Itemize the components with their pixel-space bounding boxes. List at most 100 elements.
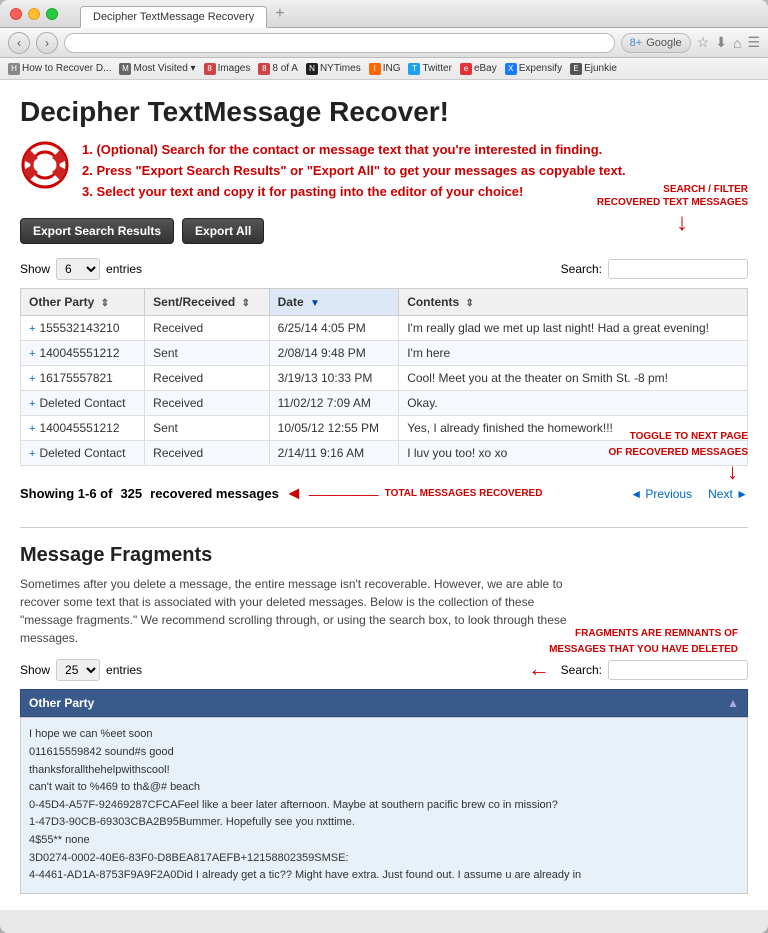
bookmark-favicon: N (306, 63, 318, 75)
cell-content: Okay. (399, 391, 748, 416)
col-other-party-fragments-label: Other Party (29, 696, 94, 710)
bookmark-ejunkie[interactable]: E Ejunkie (570, 63, 617, 75)
cell-content: I'm here (399, 341, 748, 366)
col-other-party[interactable]: Other Party ⇕ (21, 289, 145, 316)
fragments-show-entries: Show 25 10 50 entries (20, 659, 142, 681)
cell-party: +Deleted Contact (21, 441, 145, 466)
search-filter-label: SEARCH / FILTERRECOVERED TEXT MESSAGES (597, 183, 748, 209)
nav-bar: ‹ › 8+ Google ☆ ⬇ ⌂ ☰ (0, 28, 768, 58)
sort-arrow-party: ⇕ (101, 298, 109, 309)
bookmark-favicon: 8 (204, 63, 216, 75)
search-box: Search: (561, 259, 748, 279)
bookmark-label: Most Visited ▾ (133, 63, 195, 74)
bookmark-most-visited[interactable]: M Most Visited ▾ (119, 63, 195, 75)
expand-icon[interactable]: + (29, 448, 35, 460)
address-bar[interactable] (64, 33, 615, 53)
fragments-table-header: Other Party ▲ (20, 689, 748, 717)
search-filter-annotation: SEARCH / FILTERRECOVERED TEXT MESSAGES ↓ (597, 183, 748, 237)
bookmark-twitter[interactable]: T Twitter (408, 63, 451, 75)
bookmark-label: Twitter (422, 63, 451, 74)
export-all-button[interactable]: Export All (182, 218, 264, 244)
buttons-and-annotation: SEARCH / FILTERRECOVERED TEXT MESSAGES ↓… (20, 218, 748, 244)
bookmark-label: Expensify (519, 63, 562, 74)
cell-date: 2/08/14 9:48 PM (269, 341, 399, 366)
bookmark-nytimes[interactable]: N NYTimes (306, 63, 361, 75)
fragments-table: Other Party ▲ (20, 689, 748, 717)
save-icon[interactable]: ⬇ (715, 34, 727, 51)
toggle-label: TOGGLE TO NEXT PAGEOF RECOVERED MESSAGES (609, 431, 748, 458)
showing-count: 325 (120, 486, 142, 501)
table-row: +Deleted Contact Received 11/02/12 7:09 … (21, 391, 748, 416)
new-tab-button[interactable]: + (275, 6, 284, 22)
expand-icon[interactable]: + (29, 373, 35, 385)
cell-date: 10/05/12 12:55 PM (269, 416, 399, 441)
cell-direction: Received (145, 391, 269, 416)
instruction-1: 1. (Optional) Search for the contact or … (82, 140, 626, 161)
bookmark-label: ING (383, 63, 401, 74)
fragments-label: FRAGMENTS ARE REMNANTS OFMESSAGES THAT Y… (549, 628, 738, 655)
bookmark-images[interactable]: 8 Images (204, 63, 251, 75)
bookmark-label: How to Recover D... (22, 63, 111, 74)
expand-icon[interactable]: + (29, 423, 35, 435)
pagination: ◄ Previous Next ► (630, 487, 748, 501)
total-messages-label: TOTAL MESSAGES RECOVERED (385, 488, 543, 499)
title-bar: Decipher TextMessage Recovery + (0, 0, 768, 28)
bookmark-icon[interactable]: ☆ (697, 34, 710, 51)
export-search-button[interactable]: Export Search Results (20, 218, 174, 244)
instructions-list: 1. (Optional) Search for the contact or … (82, 140, 626, 202)
bookmark-label: Ejunkie (584, 63, 617, 74)
col-contents[interactable]: Contents ⇕ (399, 289, 748, 316)
col-date[interactable]: Date ▼ (269, 289, 399, 316)
tab-title: Decipher TextMessage Recovery (93, 11, 254, 23)
sort-arrow-date: ▼ (310, 298, 320, 309)
search-bar[interactable]: 8+ Google (621, 33, 691, 53)
traffic-lights (10, 8, 58, 20)
col-other-party-label: Other Party (29, 295, 94, 309)
entries-label: entries (106, 262, 142, 276)
bookmark-expensify[interactable]: X Expensify (505, 63, 562, 75)
expand-icon[interactable]: + (29, 348, 35, 360)
annotation-arrow-down: ↓ (597, 209, 748, 237)
cell-date: 3/19/13 10:33 PM (269, 366, 399, 391)
sort-arrow-contents: ⇕ (466, 298, 474, 309)
fragments-description: Sometimes after you delete a message, th… (20, 575, 580, 647)
toggle-arrow: ↓ (548, 459, 748, 485)
entries-select[interactable]: 6 10 25 (56, 258, 100, 280)
cell-direction: Sent (145, 416, 269, 441)
back-button[interactable]: ‹ (8, 32, 30, 54)
bookmark-ing[interactable]: I ING (369, 63, 401, 75)
showing-info: Showing 1-6 of 325 recovered messages (20, 486, 279, 501)
bookmark-favicon: e (460, 63, 472, 75)
page-title: Decipher TextMessage Recover! (20, 96, 748, 128)
minimize-button[interactable] (28, 8, 40, 20)
maximize-button[interactable] (46, 8, 58, 20)
total-messages-arrow2: ————— (309, 486, 379, 502)
expand-icon[interactable]: + (29, 398, 35, 410)
cell-content: I'm really glad we met up last night! Ha… (399, 316, 748, 341)
previous-button[interactable]: ◄ Previous (630, 487, 692, 501)
fragment-line-9: 4-4461-AD1A-8753F9A9F2A0Did I already ge… (29, 867, 739, 885)
menu-icon[interactable]: ☰ (747, 34, 760, 51)
instruction-3: 3. Select your text and copy it for past… (82, 182, 626, 203)
active-tab[interactable]: Decipher TextMessage Recovery (80, 6, 267, 28)
expand-icon[interactable]: + (29, 323, 35, 335)
search-input[interactable] (608, 259, 748, 279)
home-icon[interactable]: ⌂ (733, 35, 741, 51)
next-button[interactable]: Next ► (708, 487, 748, 501)
bookmark-8ofa[interactable]: 8 8 of A (258, 63, 298, 75)
showing-text: Showing 1-6 of (20, 486, 112, 501)
search-engine-icon: 8+ (630, 37, 643, 49)
fragments-entries-select[interactable]: 25 10 50 (56, 659, 100, 681)
col-sent-received[interactable]: Sent/Received ⇕ (145, 289, 269, 316)
bookmark-how-to[interactable]: H How to Recover D... (8, 63, 111, 75)
fragments-entries-label: entries (106, 663, 142, 677)
browser-window: Decipher TextMessage Recovery + ‹ › 8+ G… (0, 0, 768, 933)
cell-direction: Received (145, 441, 269, 466)
search-placeholder: Google (646, 37, 681, 49)
bookmark-ebay[interactable]: e eBay (460, 63, 497, 75)
fragment-line-2: 011615559842 sound#s good (29, 744, 739, 762)
show-label: Show (20, 262, 50, 276)
close-button[interactable] (10, 8, 22, 20)
col-other-party-fragments[interactable]: Other Party ▲ (20, 689, 748, 717)
forward-button[interactable]: › (36, 32, 58, 54)
